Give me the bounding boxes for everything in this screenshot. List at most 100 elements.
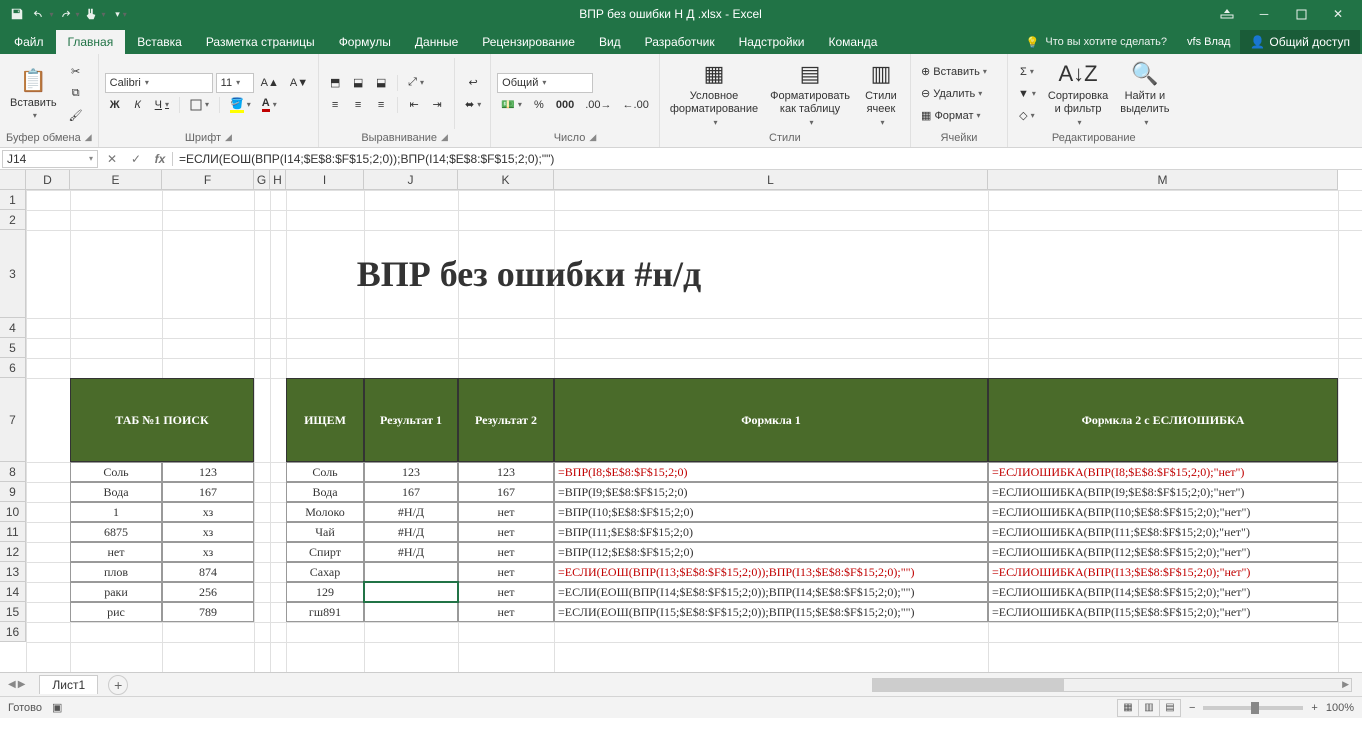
cell[interactable]: рис bbox=[70, 602, 162, 622]
cell-styles-button[interactable]: ▥Стили ячеек bbox=[858, 58, 904, 128]
paste-button[interactable]: 📋 Вставить bbox=[6, 65, 61, 123]
zoom-out-icon[interactable]: − bbox=[1189, 702, 1195, 714]
cell[interactable]: =ВПР(I11;$E$8:$F$15;2;0) bbox=[554, 522, 988, 542]
cell[interactable]: Чай bbox=[286, 522, 364, 542]
cell[interactable]: 789 bbox=[162, 602, 254, 622]
accounting-icon[interactable]: 💵 bbox=[497, 95, 526, 115]
cell[interactable]: =ЕСЛИОШИБКА(ВПР(I9;$E$8:$F$15;2;0);"нет"… bbox=[988, 482, 1338, 502]
row-header[interactable]: 11 bbox=[0, 522, 26, 542]
cell[interactable]: 123 bbox=[458, 462, 554, 482]
cell[interactable]: =ЕСЛИ(ЕОШ(ВПР(I14;$E$8:$F$15;2;0));ВПР(I… bbox=[554, 582, 988, 602]
page-layout-view-icon[interactable]: ▥ bbox=[1138, 699, 1160, 717]
cell[interactable] bbox=[364, 602, 458, 622]
conditional-formatting-button[interactable]: ▦Условное форматирование bbox=[666, 58, 762, 128]
wrap-text-button[interactable]: ↩ bbox=[462, 73, 484, 93]
cell[interactable]: Сахар bbox=[286, 562, 364, 582]
row-header[interactable]: 10 bbox=[0, 502, 26, 522]
cell[interactable]: #Н/Д bbox=[364, 522, 458, 542]
italic-button[interactable]: К bbox=[128, 95, 148, 115]
horizontal-scrollbar[interactable]: ◀▶ bbox=[872, 678, 1352, 692]
cell[interactable]: #Н/Д bbox=[364, 542, 458, 562]
row-header[interactable]: 5 bbox=[0, 338, 26, 358]
row-header[interactable]: 6 bbox=[0, 358, 26, 378]
user-name[interactable]: vfs Влад bbox=[1177, 36, 1240, 48]
cell[interactable]: 123 bbox=[364, 462, 458, 482]
cell[interactable]: =ВПР(I9;$E$8:$F$15;2;0) bbox=[554, 482, 988, 502]
spreadsheet-grid[interactable]: DEFGHIJKLM 12345678910111213141516 ВПР б… bbox=[0, 170, 1362, 672]
cell[interactable]: =ЕСЛИОШИБКА(ВПР(I14;$E$8:$F$15;2;0);"нет… bbox=[988, 582, 1338, 602]
autosum-button[interactable]: Σ bbox=[1014, 62, 1040, 82]
touch-mode-icon[interactable] bbox=[84, 3, 106, 25]
comma-icon[interactable]: 000 bbox=[552, 95, 578, 115]
cell[interactable] bbox=[364, 582, 458, 602]
col-header[interactable]: I bbox=[286, 170, 364, 190]
formula-input[interactable]: =ЕСЛИ(ЕОШ(ВПР(I14;$E$8:$F$15;2;0));ВПР(I… bbox=[173, 152, 1362, 166]
cell[interactable]: =ЕСЛИОШИБКА(ВПР(I8;$E$8:$F$15;2;0);"нет"… bbox=[988, 462, 1338, 482]
bold-button[interactable]: Ж bbox=[105, 95, 125, 115]
sort-filter-button[interactable]: A↓ZСортировка и фильтр bbox=[1044, 58, 1112, 128]
cell[interactable]: Спирт bbox=[286, 542, 364, 562]
col-header[interactable]: H bbox=[270, 170, 286, 190]
percent-icon[interactable]: % bbox=[529, 95, 549, 115]
font-name-combo[interactable]: Calibri▾ bbox=[105, 73, 213, 93]
merge-button[interactable]: ⬌ bbox=[462, 95, 484, 115]
new-sheet-button[interactable]: + bbox=[108, 675, 128, 695]
font-color-button[interactable]: A bbox=[258, 95, 281, 115]
orientation-icon[interactable]: ⤢ bbox=[404, 73, 428, 93]
clear-button[interactable]: ◇ bbox=[1014, 106, 1040, 126]
cell[interactable]: =ВПР(I12;$E$8:$F$15;2;0) bbox=[554, 542, 988, 562]
cell[interactable]: =ЕСЛИОШИБКА(ВПР(I13;$E$8:$F$15;2;0);"нет… bbox=[988, 562, 1338, 582]
col-header[interactable]: M bbox=[988, 170, 1338, 190]
decrease-decimal-icon[interactable]: ←.00 bbox=[619, 95, 653, 115]
row-header[interactable]: 4 bbox=[0, 318, 26, 338]
cancel-formula-icon[interactable]: ✕ bbox=[100, 152, 124, 166]
fill-color-button[interactable]: 🪣 bbox=[226, 95, 255, 115]
row-header[interactable]: 12 bbox=[0, 542, 26, 562]
dialog-launcher-icon[interactable]: ◢ bbox=[589, 132, 596, 144]
name-box[interactable]: J14▾ bbox=[2, 150, 98, 168]
cell[interactable]: ВПР без ошибки #н/д bbox=[70, 230, 988, 318]
cell[interactable]: =ЕСЛИ(ЕОШ(ВПР(I13;$E$8:$F$15;2;0));ВПР(I… bbox=[554, 562, 988, 582]
row-header[interactable]: 7 bbox=[0, 378, 26, 462]
cell[interactable]: плов bbox=[70, 562, 162, 582]
tab-scroll-first-icon[interactable]: ◀ bbox=[8, 679, 16, 690]
cell[interactable]: Вода bbox=[70, 482, 162, 502]
cell[interactable]: 167 bbox=[364, 482, 458, 502]
cell[interactable]: нет bbox=[70, 542, 162, 562]
ribbon-tab-2[interactable]: Вставка bbox=[125, 30, 194, 54]
page-break-view-icon[interactable]: ▤ bbox=[1159, 699, 1181, 717]
row-header[interactable]: 2 bbox=[0, 210, 26, 230]
cell[interactable]: 167 bbox=[162, 482, 254, 502]
cell[interactable]: Молоко bbox=[286, 502, 364, 522]
undo-icon[interactable] bbox=[32, 3, 54, 25]
minimize-icon[interactable]: ─ bbox=[1246, 3, 1282, 25]
cell[interactable]: 1 bbox=[70, 502, 162, 522]
row-header[interactable]: 8 bbox=[0, 462, 26, 482]
cell[interactable]: Результат 1 bbox=[364, 378, 458, 462]
find-select-button[interactable]: 🔍Найти и выделить bbox=[1116, 58, 1173, 128]
row-header[interactable]: 15 bbox=[0, 602, 26, 622]
col-header[interactable]: D bbox=[26, 170, 70, 190]
cell[interactable]: Формкла 2 с ЕСЛИОШИБКА bbox=[988, 378, 1338, 462]
indent-decrease-icon[interactable]: ⇤ bbox=[404, 95, 424, 115]
decrease-font-icon[interactable]: A▼ bbox=[286, 73, 312, 93]
cell[interactable]: 129 bbox=[286, 582, 364, 602]
cell[interactable]: =ЕСЛИОШИБКА(ВПР(I11;$E$8:$F$15;2;0);"нет… bbox=[988, 522, 1338, 542]
share-button[interactable]: 👤Общий доступ bbox=[1240, 30, 1360, 54]
cell[interactable]: нет bbox=[458, 562, 554, 582]
select-all-corner[interactable] bbox=[0, 170, 26, 190]
dialog-launcher-icon[interactable]: ◢ bbox=[441, 132, 448, 144]
cell[interactable]: нет bbox=[458, 502, 554, 522]
ribbon-tab-4[interactable]: Формулы bbox=[327, 30, 403, 54]
ribbon-tab-7[interactable]: Вид bbox=[587, 30, 633, 54]
cell[interactable]: раки bbox=[70, 582, 162, 602]
cell[interactable]: гш891 bbox=[286, 602, 364, 622]
dialog-launcher-icon[interactable]: ◢ bbox=[85, 132, 92, 144]
underline-button[interactable]: Ч bbox=[151, 95, 173, 115]
dialog-launcher-icon[interactable]: ◢ bbox=[225, 132, 232, 144]
row-headers[interactable]: 12345678910111213141516 bbox=[0, 190, 26, 642]
macro-record-icon[interactable]: ▣ bbox=[52, 701, 62, 714]
indent-increase-icon[interactable]: ⇥ bbox=[427, 95, 447, 115]
increase-font-icon[interactable]: A▲ bbox=[257, 73, 283, 93]
delete-cell-button[interactable]: ⊖ Удалить bbox=[917, 84, 1001, 104]
